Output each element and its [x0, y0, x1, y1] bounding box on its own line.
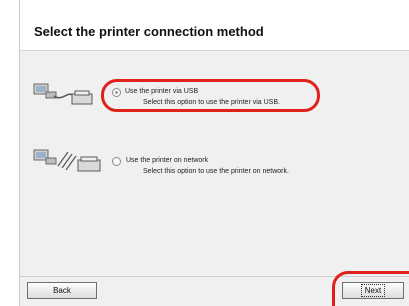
page-title: Select the printer connection method — [34, 24, 264, 39]
back-button-label: Back — [53, 286, 71, 295]
header-area: Select the printer connection method — [20, 0, 409, 51]
back-button[interactable]: Back — [27, 282, 97, 299]
usb-option-highlight — [101, 79, 320, 112]
network-option-description: Select this option to use the printer on… — [143, 168, 289, 175]
network-connection-icon — [33, 149, 101, 172]
network-option-label[interactable]: Use the printer on network — [126, 157, 208, 164]
network-option-radio[interactable] — [112, 157, 121, 166]
next-button-highlight — [332, 271, 409, 306]
usb-connection-icon — [33, 83, 93, 105]
